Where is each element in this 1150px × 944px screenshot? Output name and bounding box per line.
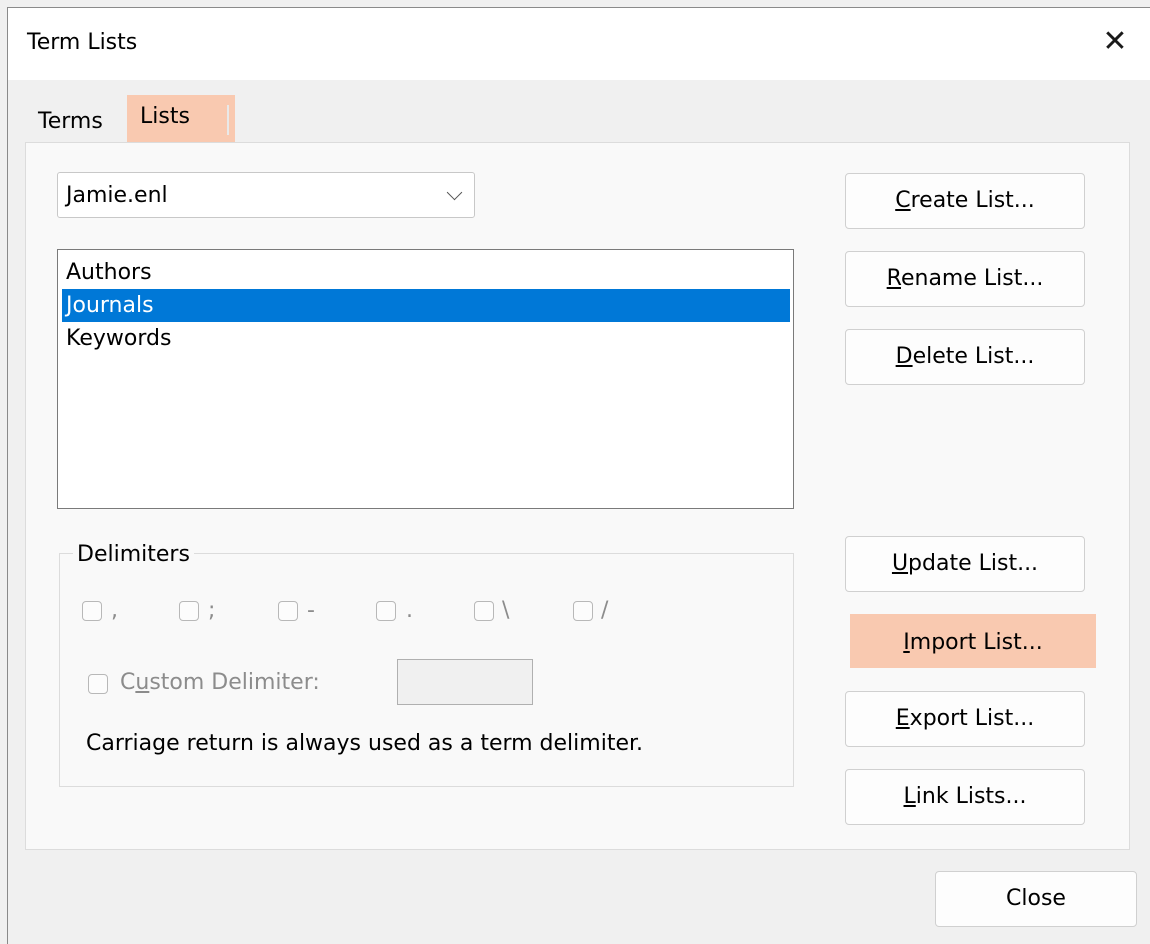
- list-item-authors[interactable]: Authors: [62, 256, 790, 289]
- chevron-down-icon: [446, 184, 463, 201]
- delimiter-semicolon-checkbox[interactable]: [179, 601, 199, 621]
- delimiter-backslash-checkbox[interactable]: [474, 601, 494, 621]
- delimiter-period-checkbox[interactable]: [376, 601, 396, 621]
- import-list-button[interactable]: Import List...: [850, 614, 1096, 668]
- custom-delimiter-input[interactable]: [397, 659, 533, 705]
- custom-delimiter-label: Custom Delimiter:: [120, 670, 320, 695]
- delimiter-semicolon-label: ;: [208, 598, 216, 623]
- carriage-return-note: Carriage return is always used as a term…: [86, 731, 644, 756]
- tab-divider: [227, 105, 229, 135]
- delimiter-comma-label: ,: [111, 598, 118, 623]
- tab-terms[interactable]: Terms: [38, 108, 103, 136]
- export-list-button[interactable]: Export List...: [845, 691, 1085, 747]
- list-item-journals[interactable]: Journals: [62, 289, 790, 322]
- link-lists-button[interactable]: Link Lists...: [845, 769, 1085, 825]
- dialog-title: Term Lists: [27, 30, 138, 55]
- delimiter-backslash-label: \: [502, 598, 510, 623]
- list-item-keywords[interactable]: Keywords: [62, 322, 790, 355]
- delimiter-period-label: .: [406, 598, 413, 623]
- create-list-button[interactable]: Create List...: [845, 173, 1085, 229]
- close-button[interactable]: Close: [935, 871, 1137, 927]
- title-bar: [8, 8, 1150, 80]
- delimiter-slash-checkbox[interactable]: [573, 601, 593, 621]
- tab-lists-label: Lists: [140, 104, 190, 129]
- delimiter-comma-checkbox[interactable]: [82, 601, 102, 621]
- update-list-button[interactable]: Update List...: [845, 536, 1085, 592]
- delimiter-hyphen-label: -: [307, 598, 315, 623]
- custom-delimiter-checkbox[interactable]: [88, 674, 108, 694]
- term-lists-listbox[interactable]: Authors Journals Keywords: [57, 249, 794, 509]
- delimiters-label: Delimiters: [73, 542, 194, 567]
- rename-list-button[interactable]: Rename List...: [845, 251, 1085, 307]
- database-select[interactable]: Jamie.enl: [57, 172, 475, 218]
- delete-list-button[interactable]: Delete List...: [845, 329, 1085, 385]
- delimiter-hyphen-checkbox[interactable]: [278, 601, 298, 621]
- delimiter-slash-label: /: [601, 598, 609, 623]
- database-select-value: Jamie.enl: [66, 183, 168, 208]
- close-icon[interactable]: ✕: [1099, 24, 1131, 60]
